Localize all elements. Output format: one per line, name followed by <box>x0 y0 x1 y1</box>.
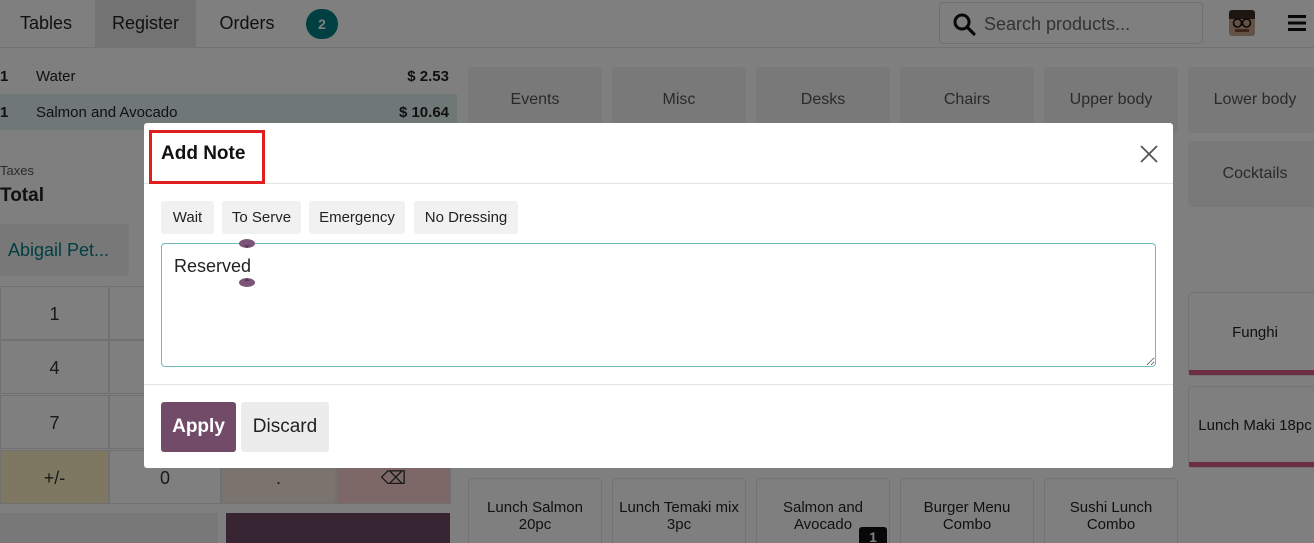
apply-button[interactable]: Apply <box>161 402 236 452</box>
dialog-footer-divider <box>144 384 1173 385</box>
selection-handle-end-icon[interactable] <box>239 278 255 287</box>
note-tag-no-dressing[interactable]: No Dressing <box>414 201 518 234</box>
add-note-dialog: Add Note Wait To Serve Emergency No Dres… <box>144 123 1173 468</box>
discard-button[interactable]: Discard <box>241 402 329 452</box>
dialog-header: Add Note <box>144 123 1173 184</box>
note-tag-to-serve[interactable]: To Serve <box>222 201 301 234</box>
close-icon[interactable] <box>1138 143 1160 165</box>
dialog-title: Add Note <box>161 143 246 164</box>
note-tag-wait[interactable]: Wait <box>161 201 214 234</box>
selection-handle-start-icon[interactable] <box>239 239 255 248</box>
note-tag-emergency[interactable]: Emergency <box>309 201 405 234</box>
note-textarea[interactable]: Reserved <box>161 243 1156 367</box>
